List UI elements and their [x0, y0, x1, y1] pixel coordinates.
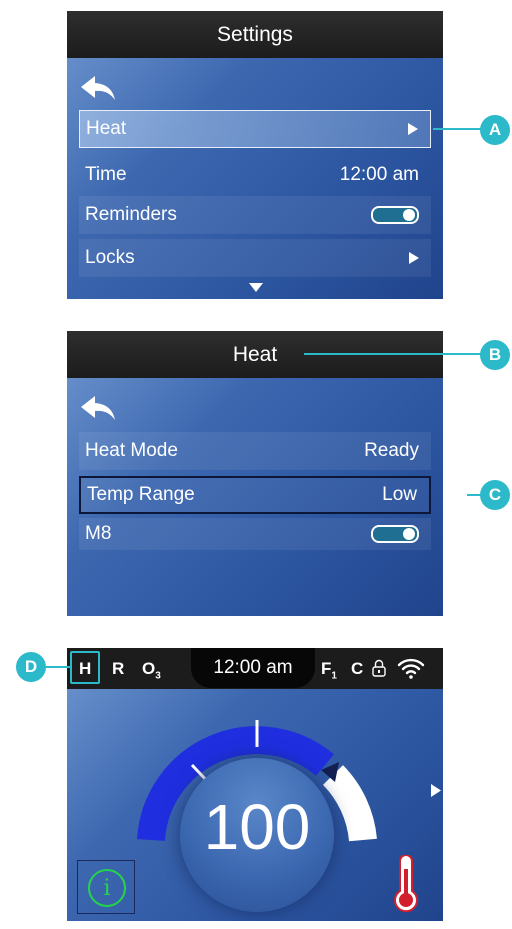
settings-back-button[interactable] — [67, 58, 443, 118]
lock-icon — [372, 659, 386, 677]
filter-label: F — [321, 659, 332, 678]
ozone-indicator: O3 — [142, 659, 161, 681]
info-button[interactable]: i — [77, 860, 135, 914]
callout-d-line — [45, 666, 70, 668]
heat-item-temp-range[interactable]: Temp Range Low — [79, 476, 431, 514]
settings-screen: Settings Heat Time 12:00 am Reminders Lo… — [67, 11, 443, 299]
scroll-down-icon[interactable] — [249, 283, 263, 292]
gauge-arc-remaining — [322, 765, 377, 842]
chevron-right-icon — [409, 252, 419, 264]
heat-item-m8[interactable]: M8 — [79, 518, 431, 550]
info-icon: i — [88, 869, 126, 907]
settings-item-locks[interactable]: Locks — [79, 239, 431, 277]
callout-a-line — [433, 128, 483, 130]
heat-indicator-highlight — [70, 651, 100, 684]
settings-item-time[interactable]: Time 12:00 am — [79, 156, 431, 194]
heat-screen: Heat Heat Mode Ready Temp Range Low M8 — [67, 331, 443, 616]
chevron-right-icon[interactable] — [431, 784, 441, 797]
callout-b: B — [480, 340, 510, 370]
filter-indicator: F1 — [321, 659, 337, 681]
callout-a: A — [480, 115, 510, 145]
heat-item-label: Heat Mode — [85, 440, 178, 461]
settings-item-label: Locks — [85, 247, 135, 268]
status-time: 12:00 am — [191, 648, 315, 688]
back-arrow-icon — [81, 76, 115, 100]
heat-item-label: M8 — [85, 523, 112, 544]
settings-title: Settings — [67, 11, 443, 58]
heat-item-value: Low — [382, 484, 417, 505]
heat-item-label: Temp Range — [87, 484, 195, 505]
settings-item-label: Reminders — [85, 204, 177, 225]
heat-item-value: Ready — [364, 440, 419, 461]
info-label: i — [103, 875, 111, 901]
settings-item-reminders[interactable]: Reminders — [79, 196, 431, 234]
unit-indicator: C — [351, 659, 364, 678]
settings-item-value: 12:00 am — [339, 164, 419, 185]
m8-toggle[interactable] — [371, 525, 419, 543]
settings-item-label: Heat — [86, 118, 127, 139]
status-bar: H R O3 12:00 am F1 C — [67, 648, 443, 689]
wifi-icon — [397, 658, 425, 679]
thermometer-icon[interactable] — [389, 855, 423, 915]
heat-back-button[interactable] — [67, 378, 443, 438]
ozone-subscript: 3 — [155, 670, 161, 682]
reminders-toggle[interactable] — [371, 206, 419, 224]
ready-indicator: R — [112, 659, 125, 678]
settings-item-heat[interactable]: Heat — [79, 110, 431, 148]
ozone-label: O — [142, 659, 156, 678]
settings-item-label: Time — [85, 164, 127, 185]
callout-b-line — [304, 353, 484, 355]
back-arrow-icon — [81, 396, 115, 420]
callout-c: C — [480, 480, 510, 510]
filter-subscript: 1 — [331, 670, 337, 682]
chevron-right-icon — [408, 123, 418, 135]
temperature-value: 100 — [203, 791, 311, 863]
main-screen: H R O3 12:00 am F1 C 100 i — [67, 648, 443, 921]
callout-d: D — [16, 652, 46, 682]
temperature-dial[interactable]: 100 — [180, 758, 334, 912]
heat-item-heat-mode[interactable]: Heat Mode Ready — [79, 432, 431, 470]
